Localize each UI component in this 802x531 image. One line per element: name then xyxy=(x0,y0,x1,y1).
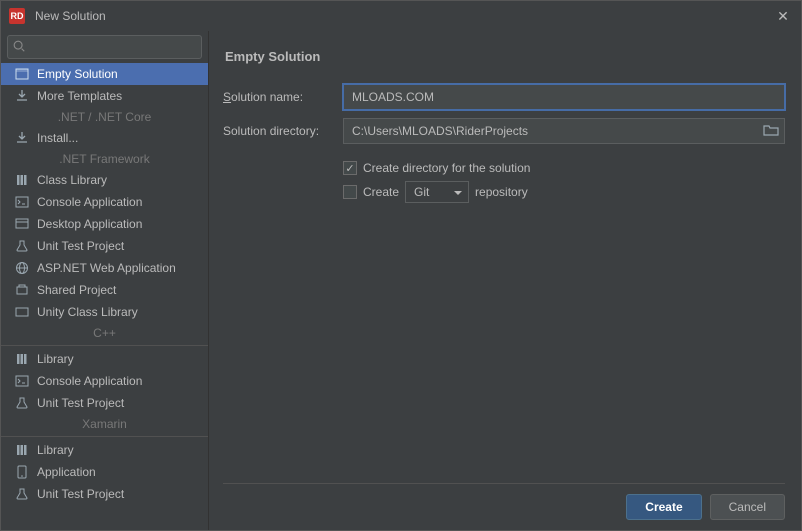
repo-type-combo[interactable]: Git xyxy=(405,181,469,203)
globe-icon xyxy=(15,261,29,275)
titlebar: RD New Solution ✕ xyxy=(1,1,801,31)
create-repo-checkbox[interactable] xyxy=(343,185,357,199)
sidebar-item-label: Class Library xyxy=(37,173,107,187)
sidebar-item-more-templates[interactable]: More Templates xyxy=(1,85,208,107)
sidebar-item-unit-test[interactable]: Unit Test Project xyxy=(1,235,208,257)
template-tree: Empty Solution More Templates .NET / .NE… xyxy=(1,63,208,530)
sidebar-item-empty-solution[interactable]: Empty Solution xyxy=(1,63,208,85)
solution-icon xyxy=(15,67,29,81)
solution-directory-input[interactable] xyxy=(343,118,785,144)
download-icon xyxy=(15,89,29,103)
sidebar-item-console-app[interactable]: Console Application xyxy=(1,191,208,213)
search-input[interactable] xyxy=(7,35,202,59)
create-repo-suffix: repository xyxy=(475,185,528,199)
sidebar-item-cpp-console[interactable]: Console Application xyxy=(1,370,208,392)
create-directory-checkbox[interactable] xyxy=(343,161,357,175)
sidebar-item-label: Shared Project xyxy=(37,283,116,297)
close-icon[interactable]: ✕ xyxy=(773,8,793,25)
create-directory-label: Create directory for the solution xyxy=(363,161,530,175)
sidebar-item-desktop-app[interactable]: Desktop Application xyxy=(1,213,208,235)
sidebar-item-class-library[interactable]: Class Library xyxy=(1,169,208,191)
window-icon xyxy=(15,217,29,231)
sidebar-item-install[interactable]: Install... xyxy=(1,127,208,149)
sidebar-item-label: ASP.NET Web Application xyxy=(37,261,176,275)
console-icon xyxy=(15,374,29,388)
solution-directory-label: Solution directory: xyxy=(223,124,343,138)
divider xyxy=(1,345,208,346)
sidebar-item-unity[interactable]: Unity Class Library xyxy=(1,301,208,323)
divider xyxy=(1,436,208,437)
category-netfw: .NET Framework xyxy=(1,149,208,169)
sidebar-item-label: Unit Test Project xyxy=(37,239,124,253)
sidebar-item-label: Desktop Application xyxy=(37,217,142,231)
test-icon xyxy=(15,396,29,410)
sidebar-item-label: Application xyxy=(37,465,96,479)
browse-folder-icon[interactable] xyxy=(763,123,779,137)
cancel-button[interactable]: Cancel xyxy=(710,494,785,520)
sidebar-item-label: Unity Class Library xyxy=(37,305,138,319)
download-icon xyxy=(15,131,29,145)
sidebar-item-label: Library xyxy=(37,443,74,457)
solution-name-input[interactable] xyxy=(343,84,785,110)
sidebar-item-label: Unit Test Project xyxy=(37,396,124,410)
app-icon: RD xyxy=(9,8,25,24)
sidebar-item-cpp-unit-test[interactable]: Unit Test Project xyxy=(1,392,208,414)
sidebar-item-label: Empty Solution xyxy=(37,67,118,81)
category-xamarin: Xamarin xyxy=(1,414,208,434)
test-icon xyxy=(15,239,29,253)
sidebar-item-label: Library xyxy=(37,352,74,366)
sidebar: Empty Solution More Templates .NET / .NE… xyxy=(1,31,209,530)
console-icon xyxy=(15,195,29,209)
dialog-footer: Create Cancel xyxy=(223,483,785,520)
sidebar-item-aspnet[interactable]: ASP.NET Web Application xyxy=(1,257,208,279)
shared-icon xyxy=(15,283,29,297)
sidebar-item-cpp-library[interactable]: Library xyxy=(1,348,208,370)
sidebar-item-label: Console Application xyxy=(37,195,142,209)
solution-name-label: Solution name: xyxy=(223,90,343,104)
sidebar-item-label: Console Application xyxy=(37,374,142,388)
unity-icon xyxy=(15,305,29,319)
sidebar-item-shared[interactable]: Shared Project xyxy=(1,279,208,301)
create-button[interactable]: Create xyxy=(626,494,701,520)
category-net: .NET / .NET Core xyxy=(1,107,208,127)
sidebar-item-label: Install... xyxy=(37,131,78,145)
library-icon xyxy=(15,173,29,187)
window-title: New Solution xyxy=(35,9,106,23)
library-icon xyxy=(15,443,29,457)
search-icon xyxy=(12,39,26,53)
sidebar-item-xam-library[interactable]: Library xyxy=(1,439,208,461)
main-panel: Empty Solution Solution name: Solution d… xyxy=(209,31,801,530)
page-title: Empty Solution xyxy=(225,49,785,64)
category-cpp: C++ xyxy=(1,323,208,343)
sidebar-item-label: More Templates xyxy=(37,89,122,103)
sidebar-item-label: Unit Test Project xyxy=(37,487,124,501)
sidebar-item-xam-app[interactable]: Application xyxy=(1,461,208,483)
sidebar-item-xam-unit-test[interactable]: Unit Test Project xyxy=(1,483,208,505)
test-icon xyxy=(15,487,29,501)
create-repo-prefix: Create xyxy=(363,185,399,199)
library-icon xyxy=(15,352,29,366)
app-icon xyxy=(15,465,29,479)
